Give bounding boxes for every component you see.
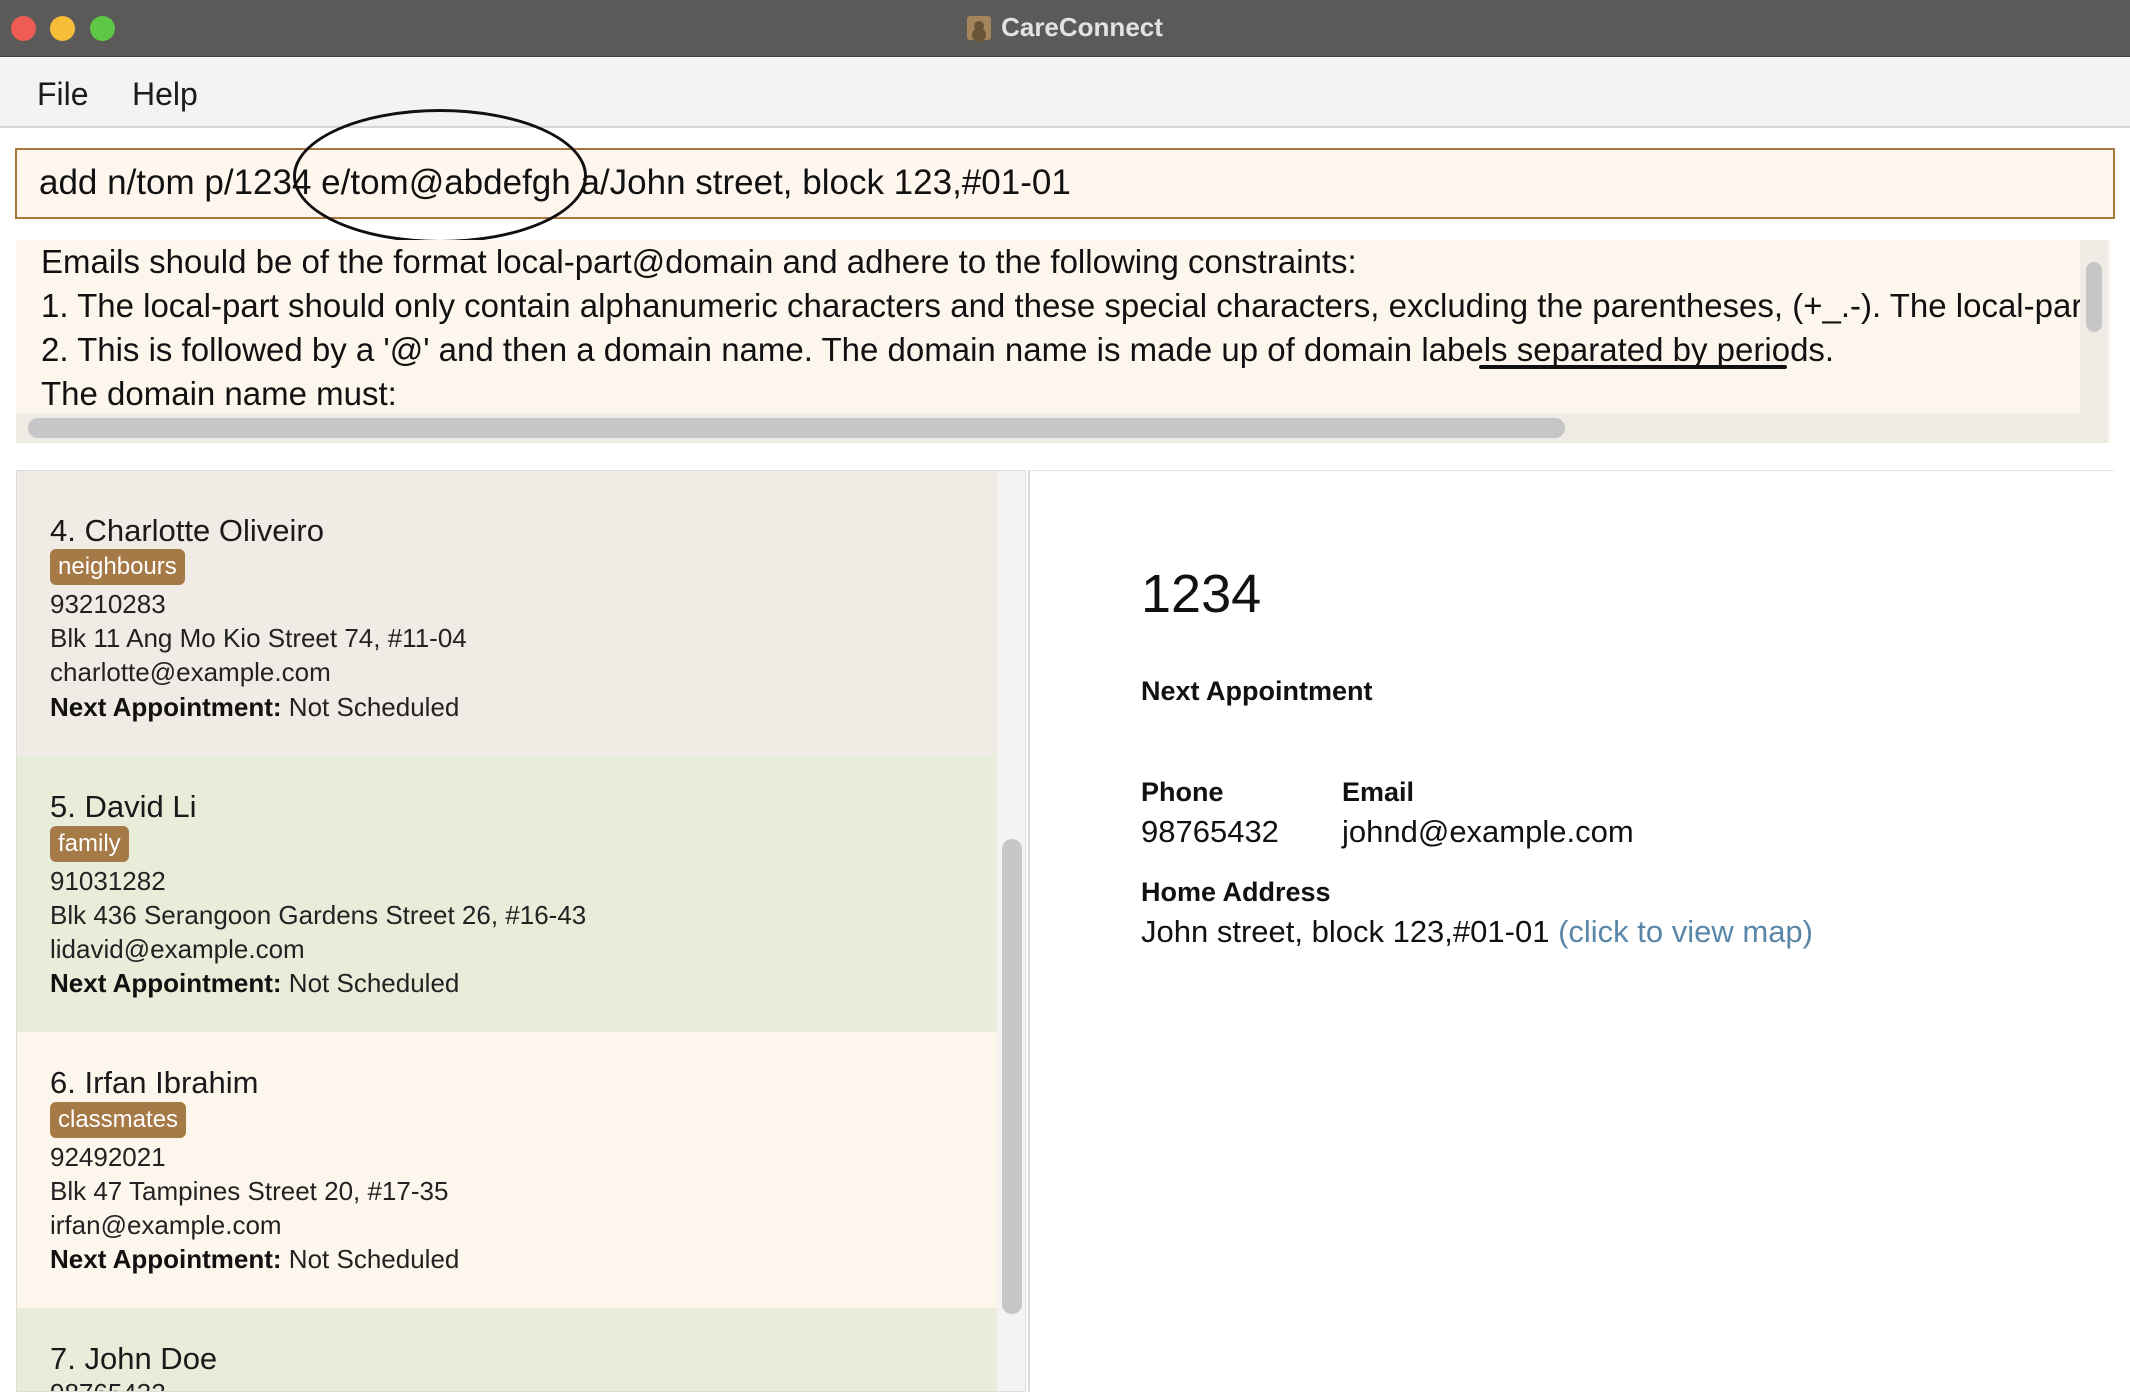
window-title: CareConnect — [1001, 12, 1163, 42]
phone-label: Phone — [1141, 777, 1224, 807]
person-name: 7. John Doe — [50, 1341, 218, 1376]
list-vertical-scroll-thumb[interactable] — [1002, 839, 1022, 1314]
view-map-link[interactable]: (click to view map) — [1558, 914, 1813, 949]
person-email: charlotte@example.com — [50, 657, 331, 687]
person-list: 4. Charlotte Oliveiro neighbours 9321028… — [16, 470, 1026, 1392]
next-appointment-label: Next Appointment — [1141, 676, 1373, 706]
person-email: irfan@example.com — [50, 1210, 282, 1240]
appointment-label: Next Appointment: — [50, 1244, 282, 1274]
detail-email: johnd@example.com — [1342, 814, 1634, 849]
person-card[interactable]: 6. Irfan Ibrahim classmates 92492021 Blk… — [17, 1032, 997, 1308]
person-phone: 93210283 — [50, 589, 166, 619]
person-email: lidavid@example.com — [50, 934, 305, 964]
detail-address: John street, block 123,#01-01 — [1141, 914, 1550, 949]
tag-badge: family — [50, 826, 129, 862]
person-appointment: Next Appointment: Not Scheduled — [50, 692, 459, 723]
appointment-label: Next Appointment: — [50, 692, 282, 722]
person-appointment: Next Appointment: Not Scheduled — [50, 968, 459, 999]
person-card[interactable]: 5. David Li family 91031282 Blk 436 Sera… — [17, 756, 997, 1032]
person-card[interactable]: 7. John Doe 98765432 — [17, 1308, 997, 1391]
person-name: 5. David Li — [50, 789, 197, 824]
detail-phone: 98765432 — [1141, 814, 1279, 849]
result-text-area: Emails should be of the format local-par… — [41, 240, 2081, 410]
result-display: Emails should be of the format local-par… — [16, 240, 2110, 443]
person-name: 6. Irfan Ibrahim — [50, 1065, 259, 1100]
tag-badge: classmates — [50, 1102, 187, 1138]
person-name: 4. Charlotte Oliveiro — [50, 513, 324, 548]
window-title-group: CareConnect — [0, 0, 2130, 55]
detail-address-line: John street, block 123,#01-01 (click to … — [1141, 914, 1813, 950]
tag-badge: neighbours — [50, 549, 185, 585]
annotation-underline — [1479, 365, 1787, 369]
person-appointment: Next Appointment: Not Scheduled — [50, 1244, 459, 1275]
contact-book-icon — [967, 15, 992, 40]
email-label: Email — [1342, 777, 1415, 807]
menu-bar: File Help — [0, 58, 2130, 128]
detail-name: 1234 — [1141, 564, 1262, 624]
person-phone: 98765432 — [50, 1378, 166, 1391]
person-phone: 91031282 — [50, 866, 166, 896]
person-address: Blk 47 Tampines Street 20, #17-35 — [50, 1176, 449, 1206]
appointment-value: Not Scheduled — [281, 692, 460, 722]
result-vertical-scroll-thumb[interactable] — [2086, 262, 2102, 332]
person-detail-panel: 1234 Next Appointment Phone 98765432 Ema… — [1028, 470, 2114, 1392]
result-line: Emails should be of the format local-par… — [41, 243, 1357, 280]
menu-file[interactable]: File — [37, 76, 89, 113]
appointment-label: Next Appointment: — [50, 968, 282, 998]
person-address: Blk 11 Ang Mo Kio Street 74, #11-04 — [50, 623, 467, 653]
home-address-label: Home Address — [1141, 877, 1331, 907]
result-line: The domain name must: — [41, 375, 397, 410]
result-line: 1. The local-part should only contain al… — [41, 287, 2081, 324]
annotation-circle — [293, 109, 587, 243]
person-address: Blk 436 Serangoon Gardens Street 26, #16… — [50, 900, 587, 930]
appointment-value: Not Scheduled — [281, 1244, 460, 1274]
result-horizontal-scroll-thumb[interactable] — [28, 418, 1565, 438]
menu-help[interactable]: Help — [132, 76, 198, 113]
title-bar: CareConnect — [0, 0, 2130, 57]
person-card[interactable]: 4. Charlotte Oliveiro neighbours 9321028… — [17, 471, 997, 756]
appointment-value: Not Scheduled — [281, 968, 460, 998]
person-phone: 92492021 — [50, 1142, 166, 1172]
